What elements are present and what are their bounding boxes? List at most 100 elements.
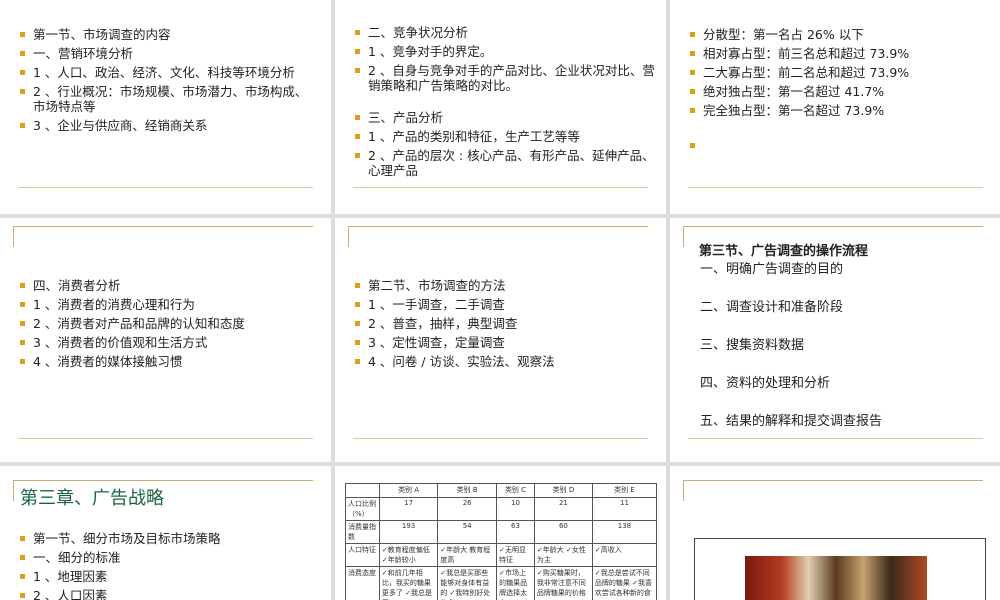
bullet-text: 1 、消费者的消费心理和行为 [33, 297, 195, 312]
bullet-list: 第一节、细分市场及目标市场策略 一、细分的标准 1 、地理因素 2 、人口因素 [20, 531, 320, 600]
corner-line [683, 480, 684, 501]
bullet-square-icon [355, 302, 360, 307]
table-row: 消费量指数 193 54 63 60 138 [345, 520, 658, 544]
table-cell: 17 [378, 497, 439, 521]
bullet-square-icon [20, 70, 25, 75]
divider-line [18, 438, 313, 439]
bullet-item: 一、细分的标准 [20, 550, 320, 565]
bullet-item: 1 、消费者的消费心理和行为 [20, 297, 320, 312]
bullet-item: 分散型：第一名占 26% 以下 [690, 27, 990, 42]
step-item: 一、明确广告调查的目的 [700, 262, 844, 277]
table-row: 人口比例（%） 17 26 10 21 11 [345, 497, 658, 521]
bullet-square-icon [355, 49, 360, 54]
bullet-item: 第一节、细分市场及目标市场策略 [20, 531, 320, 546]
slide-thumbnail-8[interactable]: 类别 A 类别 B 类别 C 类别 D 类别 E 人口比例（%） 17 26 10 21 11 消费量… [335, 466, 666, 600]
bullet-list: 四、消费者分析 1 、消费者的消费心理和行为 2 、消费者对产品和品牌的认知和态度 3… [20, 278, 320, 373]
table-cell: 10 [496, 497, 535, 521]
bullet-square-icon [355, 68, 360, 73]
table-cell: 193 [378, 520, 439, 544]
divider-line [353, 438, 648, 439]
slide-thumbnail-7[interactable]: 第三章、广告战略 第一节、细分市场及目标市场策略 一、细分的标准 1 、地理因素 2 … [0, 466, 331, 600]
bullet-text: 第一节、细分市场及目标市场策略 [33, 531, 221, 546]
divider-line [688, 187, 983, 188]
bullet-square-icon [20, 32, 25, 37]
bullet-square-icon [690, 70, 695, 75]
bullet-square-icon [20, 123, 25, 128]
table-cell: 138 [591, 520, 658, 544]
step-item: 二、调查设计和准备阶段 [700, 300, 844, 315]
slide-thumbnail-5[interactable]: 第二节、市场调查的方法 1 、一手调查，二手调查 2 、普查，抽样，典型调查 3 、定… [335, 218, 666, 462]
table-cell: ✓年龄大 ✓女性为主 [533, 543, 593, 567]
bullet-square-icon [20, 340, 25, 345]
bullet-item: 3 、消费者的价值观和生活方式 [20, 335, 320, 350]
table-cell: 消费态度 [345, 566, 380, 600]
corner-line [13, 226, 14, 247]
table-header-row: 类别 A 类别 B 类别 C 类别 D 类别 E [345, 483, 658, 498]
bullet-text: 第二节、市场调查的方法 [368, 278, 506, 293]
bullet-text: 1 、产品的类别和特征，生产工艺等等 [368, 129, 580, 144]
table-cell: ✓年龄大 教育程度高 [437, 543, 498, 567]
bullet-text: 2 、自身与竞争对手的产品对比、企业状况对比、营销策略和广告策略的对比。 [368, 63, 655, 93]
table-cell: ✓市场上的糖果品牌选择太少 [496, 566, 535, 600]
bullet-text: 1 、一手调查，二手调查 [368, 297, 505, 312]
bullet-square-icon [355, 30, 360, 35]
bullet-text: 三、产品分析 [368, 110, 444, 125]
photo-image [745, 556, 927, 600]
corner-line [348, 226, 349, 247]
bullet-item: 4 、消费者的媒体接触习惯 [20, 354, 320, 369]
bullet-text: 分散型：第一名占 26% 以下 [703, 27, 864, 42]
bullet-item: 1 、竞争对手的界定。 [355, 44, 655, 59]
slide-thumbnail-9[interactable] [670, 466, 1000, 600]
bullet-text: 一、营销环境分析 [33, 46, 134, 61]
bullet-item: 2 、消费者对产品和品牌的认知和态度 [20, 316, 320, 331]
bullet-square-icon [20, 574, 25, 579]
bullet-item: 2 、行业概况：市场规模、市场潜力、市场构成、市场特点等 [20, 84, 310, 114]
corner-line [683, 226, 684, 247]
slide-thumbnail-6[interactable]: 第三节、广告调查的操作流程 一、明确广告调查的目的 二、调查设计和准备阶段 三、搜集… [670, 218, 1000, 462]
bullet-item: 3 、企业与供应商、经销商关系 [20, 118, 310, 133]
step-item: 四、资料的处理和分析 [700, 376, 831, 391]
bullet-text: 相对寡占型：前三名总和超过 73.9% [703, 46, 910, 61]
bullet-square-icon [20, 283, 25, 288]
bullet-text: 2 、产品的层次 : 核心产品、有形产品、延伸产品、心理产品 [368, 148, 655, 178]
bullet-item: 完全独占型：第一名超过 73.9% [690, 103, 990, 118]
bullet-text: 4 、消费者的媒体接触习惯 [33, 354, 183, 369]
bullet-square-icon [20, 51, 25, 56]
bullet-item: 4 、问卷 / 访谈、实验法、观察法 [355, 354, 655, 369]
bullet-square-icon [20, 555, 25, 560]
step-item: 三、搜集资料数据 [700, 338, 805, 353]
table-cell: 类别 C [496, 483, 535, 498]
slide-thumbnail-4[interactable]: 四、消费者分析 1 、消费者的消费心理和行为 2 、消费者对产品和品牌的认知和态度 3… [0, 218, 331, 462]
bullet-square-icon [690, 89, 695, 94]
bullet-item: 2 、产品的层次 : 核心产品、有形产品、延伸产品、心理产品 [355, 148, 655, 178]
slide-thumbnail-1[interactable]: 第一节、市场调查的内容 一、营销环境分析 1 、人口、政治、经济、文化、科技等环境分… [0, 0, 331, 214]
bullet-list: 三、产品分析 1 、产品的类别和特征，生产工艺等等 2 、产品的层次 : 核心产品、… [355, 110, 655, 182]
bullet-text: 3 、消费者的价值观和生活方式 [33, 335, 208, 350]
bullet-text: 2 、消费者对产品和品牌的认知和态度 [33, 316, 245, 331]
table-cell: 54 [437, 520, 498, 544]
bullet-square-icon [355, 321, 360, 326]
bullet-square-icon [690, 51, 695, 56]
table-cell: ✓和前几年相比，我买的糖果更多了 ✓我总是买 [378, 566, 439, 600]
bullet-text: 1 、人口、政治、经济、文化、科技等环境分析 [33, 65, 295, 80]
table-cell: 消费量指数 [345, 520, 380, 544]
bullet-item: 四、消费者分析 [20, 278, 320, 293]
bullet-square-icon [690, 143, 695, 148]
divider-line [688, 438, 983, 439]
top-line [348, 226, 648, 227]
bullet-list: 分散型：第一名占 26% 以下相对寡占型：前三名总和超过 73.9% 二大寡占型：… [690, 27, 990, 148]
bullet-square-icon [355, 115, 360, 120]
table-cell: ✓教育程度偏低 ✓年龄较小 [378, 543, 439, 567]
bullet-text: 二大寡占型：前二名总和超过 73.9% [703, 65, 910, 80]
bullet-square-icon [355, 153, 360, 158]
bullet-square-icon [20, 321, 25, 326]
segment-table: 类别 A 类别 B 类别 C 类别 D 类别 E 人口比例（%） 17 26 10 21 11 消费量… [345, 483, 658, 600]
slide-thumbnail-2[interactable]: 二、竞争状况分析 1 、竞争对手的界定。 2 、自身与竞争对手的产品对比、企业状况对… [335, 0, 666, 214]
bullet-item: 2 、自身与竞争对手的产品对比、企业状况对比、营销策略和广告策略的对比。 [355, 63, 655, 93]
top-line [683, 480, 983, 481]
top-line [13, 226, 313, 227]
divider-line [353, 187, 648, 188]
slide-thumbnail-3[interactable]: 分散型：第一名占 26% 以下相对寡占型：前三名总和超过 73.9% 二大寡占型：… [670, 0, 1000, 214]
divider-line [18, 187, 313, 188]
bullet-text: 四、消费者分析 [33, 278, 121, 293]
